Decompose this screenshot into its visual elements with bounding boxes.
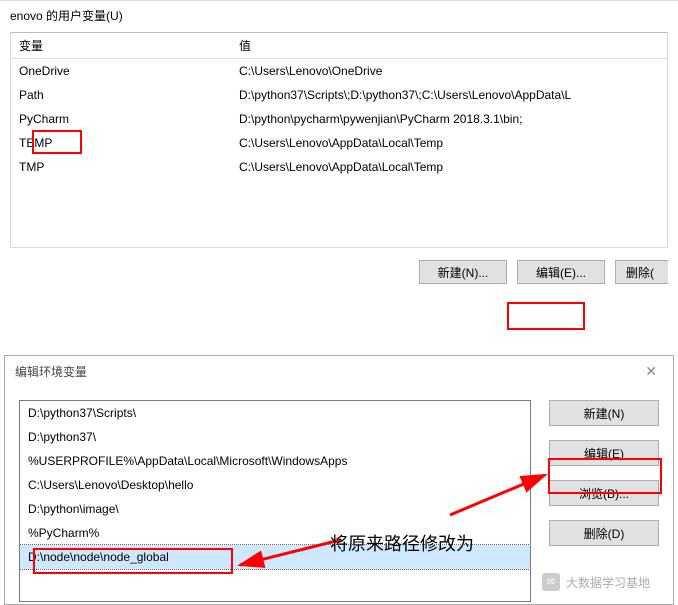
edit-button[interactable]: 编辑(E)... bbox=[517, 260, 605, 284]
list-item[interactable]: %USERPROFILE%\AppData\Local\Microsoft\Wi… bbox=[20, 449, 530, 473]
new-button[interactable]: 新建(N)... bbox=[419, 260, 507, 284]
var-name: PyCharm bbox=[11, 107, 231, 131]
path-listbox[interactable]: D:\python37\Scripts\ D:\python37\ %USERP… bbox=[19, 400, 531, 602]
dialog-side-buttons: 新建(N) 编辑(E) 浏览(B)... 删除(D) bbox=[549, 400, 659, 602]
section-title: enovo 的用户变量(U) bbox=[10, 7, 668, 24]
edit-env-dialog: 编辑环境变量 ✕ D:\python37\Scripts\ D:\python3… bbox=[4, 355, 674, 605]
col-variable[interactable]: 变量 bbox=[11, 33, 231, 59]
table-row[interactable]: PyCharm D:\python\pycharm\pywenjian\PyCh… bbox=[11, 107, 667, 131]
list-item[interactable]: D:\python37\ bbox=[20, 425, 530, 449]
var-name: TMP bbox=[11, 155, 231, 179]
list-item-selected[interactable]: D:\node\node\node_global bbox=[20, 545, 530, 569]
close-icon[interactable]: ✕ bbox=[639, 362, 663, 380]
highlight-edit-main bbox=[507, 302, 585, 330]
var-name: OneDrive bbox=[11, 59, 231, 84]
list-item[interactable]: D:\python37\Scripts\ bbox=[20, 401, 530, 425]
main-button-row: 新建(N)... 编辑(E)... 删除( bbox=[10, 248, 668, 292]
table-row[interactable]: OneDrive C:\Users\Lenovo\OneDrive bbox=[11, 59, 667, 84]
variables-table: 变量 值 OneDrive C:\Users\Lenovo\OneDrive P… bbox=[11, 33, 667, 247]
var-value: C:\Users\Lenovo\AppData\Local\Temp bbox=[231, 155, 667, 179]
list-item[interactable]: C:\Users\Lenovo\Desktop\hello bbox=[20, 473, 530, 497]
var-name: Path bbox=[11, 83, 231, 107]
delete-button[interactable]: 删除( bbox=[615, 260, 668, 284]
var-value: D:\python\pycharm\pywenjian\PyCharm 2018… bbox=[231, 107, 667, 131]
table-row[interactable]: TEMP C:\Users\Lenovo\AppData\Local\Temp bbox=[11, 131, 667, 155]
dialog-title: 编辑环境变量 bbox=[15, 363, 87, 380]
dialog-titlebar: 编辑环境变量 ✕ bbox=[5, 356, 673, 386]
table-row[interactable]: TMP C:\Users\Lenovo\AppData\Local\Temp bbox=[11, 155, 667, 179]
var-value: C:\Users\Lenovo\AppData\Local\Temp bbox=[231, 131, 667, 155]
dialog-body: D:\python37\Scripts\ D:\python37\ %USERP… bbox=[5, 386, 673, 602]
var-name: TEMP bbox=[11, 131, 231, 155]
col-value[interactable]: 值 bbox=[231, 33, 667, 59]
variables-table-wrap: 变量 值 OneDrive C:\Users\Lenovo\OneDrive P… bbox=[10, 32, 668, 248]
user-variables-panel: enovo 的用户变量(U) 变量 值 OneDrive C:\Users\Le… bbox=[0, 0, 678, 302]
dialog-browse-button[interactable]: 浏览(B)... bbox=[549, 480, 659, 506]
list-item[interactable]: %PyCharm% bbox=[20, 521, 530, 545]
dialog-new-button[interactable]: 新建(N) bbox=[549, 400, 659, 426]
dialog-delete-button[interactable]: 删除(D) bbox=[549, 520, 659, 546]
dialog-edit-button[interactable]: 编辑(E) bbox=[549, 440, 659, 466]
list-item[interactable]: D:\python\image\ bbox=[20, 497, 530, 521]
var-value: C:\Users\Lenovo\OneDrive bbox=[231, 59, 667, 84]
var-value: D:\python37\Scripts\;D:\python37\;C:\Use… bbox=[231, 83, 667, 107]
table-row[interactable]: Path D:\python37\Scripts\;D:\python37\;C… bbox=[11, 83, 667, 107]
